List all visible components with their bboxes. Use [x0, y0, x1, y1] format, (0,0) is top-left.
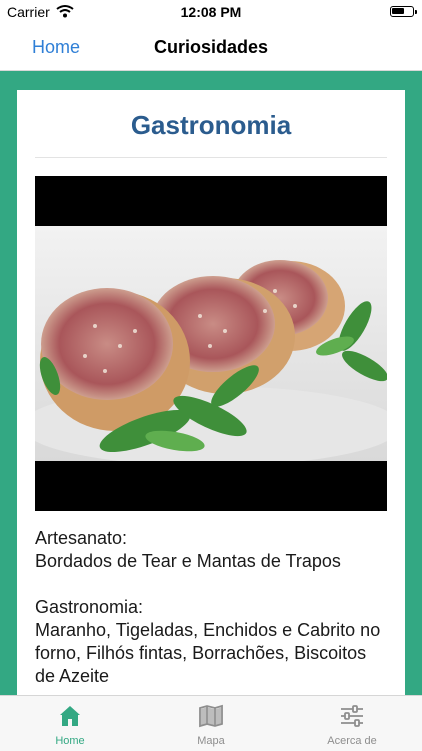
- tab-home-label: Home: [55, 735, 85, 747]
- sliders-icon: [339, 703, 365, 729]
- status-bar: Carrier 12:08 PM: [0, 0, 422, 24]
- home-icon: [57, 703, 83, 729]
- tab-home[interactable]: Home: [0, 696, 140, 751]
- food-photo: [35, 176, 387, 511]
- artesanato-text: Bordados de Tear e Mantas de Trapos: [35, 551, 341, 571]
- map-icon: [198, 703, 224, 729]
- tab-bar: Home Mapa Acerca de: [0, 695, 422, 751]
- gastronomia-text: Maranho, Tigeladas, Enchidos e Cabrito n…: [35, 620, 381, 686]
- artesanato-heading: Artesanato:: [35, 528, 128, 548]
- tab-mapa-label: Mapa: [197, 735, 225, 747]
- battery-icon: [390, 6, 417, 17]
- info-card: Gastronomia Artesanato: Bordados de Tear…: [17, 90, 405, 710]
- divider: [35, 157, 387, 158]
- tab-mapa[interactable]: Mapa: [141, 696, 281, 751]
- card-title: Gastronomia: [130, 110, 292, 140]
- description-text: Artesanato: Bordados de Tear e Mantas de…: [35, 527, 387, 688]
- page-title: Curiosidades: [153, 37, 269, 57]
- tab-acerca-label: Acerca de: [327, 735, 377, 747]
- clock: 12:08 PM: [180, 4, 242, 20]
- navigation-bar: Home Curiosidades: [0, 24, 422, 71]
- gastronomia-heading: Gastronomia:: [35, 597, 144, 617]
- tab-acerca[interactable]: Acerca de: [282, 696, 422, 751]
- content-area[interactable]: Gastronomia Artesanato: Bordados de Tear…: [0, 71, 422, 710]
